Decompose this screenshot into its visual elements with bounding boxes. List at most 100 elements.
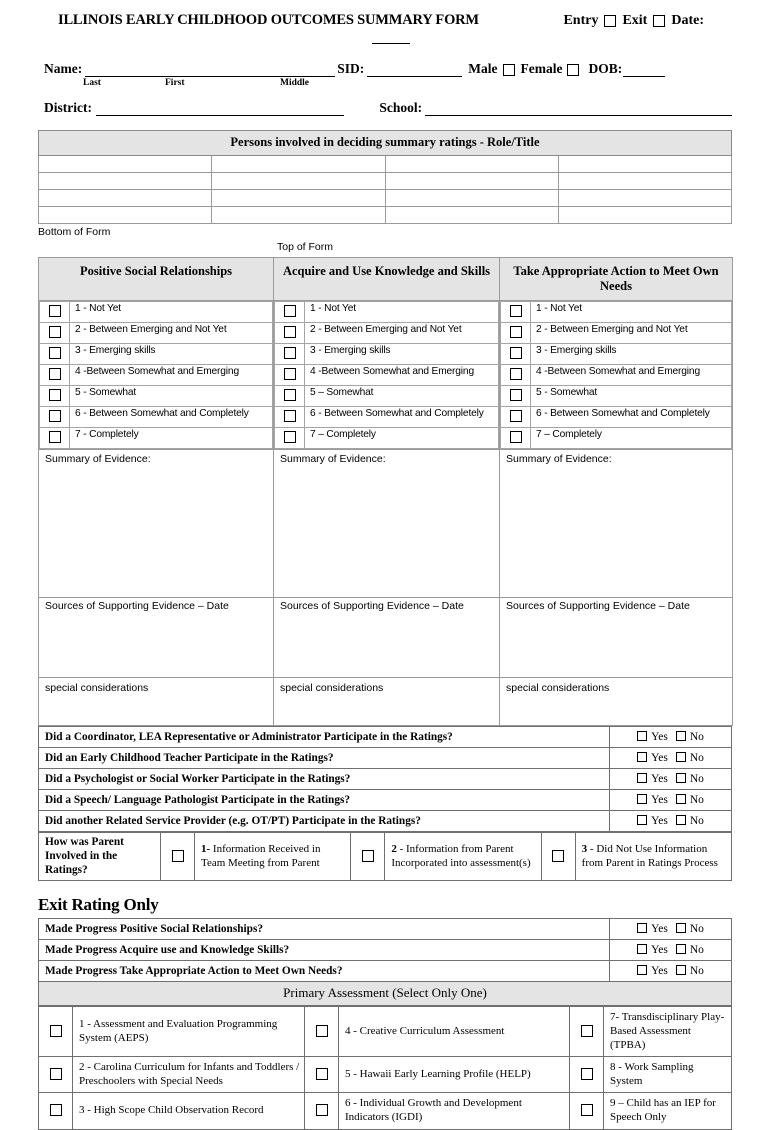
rating-checkbox-cell[interactable] (39, 322, 70, 344)
rating-checkbox[interactable] (48, 410, 61, 422)
rating-checkbox-cell[interactable] (500, 301, 531, 323)
yes-checkbox[interactable] (637, 773, 648, 783)
rating-checkbox[interactable] (283, 431, 296, 443)
rating-checkbox[interactable] (509, 326, 522, 338)
no-checkbox[interactable] (675, 773, 686, 783)
parent-option-checkbox-cell-1[interactable] (160, 831, 195, 882)
rating-checkbox[interactable] (48, 389, 61, 401)
name-input[interactable] (85, 63, 336, 77)
assessment-checkbox-cell[interactable] (304, 1092, 339, 1130)
persons-cell[interactable] (557, 189, 733, 207)
parent-option-checkbox-cell-3[interactable] (540, 831, 576, 882)
persons-cell[interactable] (384, 155, 559, 173)
assessment-checkbox[interactable] (580, 1024, 593, 1037)
persons-cell[interactable] (211, 189, 386, 207)
rating-checkbox-cell[interactable] (500, 427, 531, 449)
yes-checkbox[interactable] (637, 944, 648, 955)
rating-checkbox[interactable] (48, 305, 61, 317)
special-considerations-1[interactable]: special considerations (38, 677, 274, 726)
summary-of-evidence-1[interactable]: Summary of Evidence: (38, 449, 274, 598)
yes-checkbox[interactable] (637, 731, 648, 741)
persons-cell[interactable] (37, 155, 213, 173)
male-checkbox[interactable] (502, 64, 515, 76)
persons-cell[interactable] (211, 155, 386, 173)
rating-checkbox[interactable] (283, 305, 296, 317)
sources-of-evidence-3[interactable]: Sources of Supporting Evidence – Date (499, 597, 733, 678)
entry-checkbox[interactable] (604, 15, 617, 27)
no-checkbox[interactable] (675, 794, 686, 804)
rating-checkbox-cell[interactable] (39, 364, 70, 386)
rating-checkbox[interactable] (283, 410, 296, 422)
assessment-checkbox-cell[interactable] (569, 1006, 604, 1058)
no-checkbox[interactable] (675, 944, 686, 955)
yes-checkbox[interactable] (637, 794, 648, 804)
sid-input[interactable] (367, 63, 463, 77)
assessment-checkbox[interactable] (580, 1067, 593, 1080)
assessment-checkbox-cell[interactable] (569, 1056, 604, 1094)
sources-of-evidence-2[interactable]: Sources of Supporting Evidence – Date (273, 597, 500, 678)
district-input[interactable] (95, 102, 345, 116)
rating-checkbox-cell[interactable] (39, 406, 70, 428)
yes-checkbox[interactable] (637, 815, 648, 825)
assessment-checkbox-cell[interactable] (304, 1056, 339, 1094)
yes-checkbox[interactable] (637, 752, 648, 762)
rating-checkbox-cell[interactable] (274, 343, 305, 365)
persons-cell[interactable] (37, 189, 213, 207)
female-checkbox[interactable] (567, 64, 580, 76)
rating-checkbox[interactable] (509, 347, 522, 359)
assessment-checkbox[interactable] (315, 1104, 328, 1117)
rating-checkbox-cell[interactable] (274, 301, 305, 323)
assessment-checkbox-cell[interactable] (38, 1092, 73, 1130)
rating-checkbox[interactable] (509, 389, 522, 401)
school-input[interactable] (425, 102, 732, 116)
parent-option-checkbox[interactable] (361, 849, 374, 862)
dob-input[interactable] (623, 63, 666, 77)
no-checkbox[interactable] (675, 731, 686, 741)
assessment-checkbox[interactable] (49, 1024, 62, 1037)
rating-checkbox-cell[interactable] (39, 385, 70, 407)
assessment-checkbox-cell[interactable] (38, 1056, 73, 1094)
assessment-checkbox[interactable] (315, 1067, 328, 1080)
persons-cell[interactable] (211, 172, 386, 190)
rating-checkbox-cell[interactable] (500, 385, 531, 407)
persons-cell[interactable] (384, 189, 559, 207)
assessment-checkbox-cell[interactable] (569, 1092, 604, 1130)
rating-checkbox-cell[interactable] (500, 343, 531, 365)
rating-checkbox[interactable] (509, 410, 522, 422)
assessment-checkbox[interactable] (580, 1104, 593, 1117)
yes-checkbox[interactable] (637, 965, 648, 976)
persons-cell[interactable] (384, 206, 559, 224)
rating-checkbox-cell[interactable] (39, 427, 70, 449)
exit-checkbox[interactable] (653, 15, 666, 27)
rating-checkbox[interactable] (48, 368, 61, 380)
rating-checkbox[interactable] (283, 347, 296, 359)
sources-of-evidence-1[interactable]: Sources of Supporting Evidence – Date (38, 597, 274, 678)
persons-cell[interactable] (384, 172, 559, 190)
rating-checkbox[interactable] (509, 305, 522, 317)
rating-checkbox[interactable] (509, 431, 522, 443)
persons-cell[interactable] (211, 206, 386, 224)
persons-cell[interactable] (557, 155, 733, 173)
rating-checkbox-cell[interactable] (39, 301, 70, 323)
persons-cell[interactable] (557, 206, 733, 224)
assessment-checkbox-cell[interactable] (38, 1006, 73, 1058)
rating-checkbox-cell[interactable] (274, 364, 305, 386)
rating-checkbox[interactable] (48, 347, 61, 359)
persons-cell[interactable] (37, 206, 213, 224)
no-checkbox[interactable] (675, 752, 686, 762)
yes-checkbox[interactable] (637, 923, 648, 934)
persons-cell[interactable] (557, 172, 733, 190)
no-checkbox[interactable] (675, 923, 686, 934)
rating-checkbox[interactable] (283, 389, 296, 401)
no-checkbox[interactable] (675, 965, 686, 976)
summary-of-evidence-2[interactable]: Summary of Evidence: (273, 449, 500, 598)
rating-checkbox[interactable] (283, 368, 296, 380)
rating-checkbox[interactable] (48, 431, 61, 443)
rating-checkbox-cell[interactable] (274, 427, 305, 449)
rating-checkbox-cell[interactable] (500, 406, 531, 428)
persons-cell[interactable] (37, 172, 213, 190)
no-checkbox[interactable] (675, 815, 686, 825)
parent-option-checkbox-cell-2[interactable] (350, 831, 386, 882)
assessment-checkbox-cell[interactable] (304, 1006, 339, 1058)
special-considerations-2[interactable]: special considerations (273, 677, 500, 726)
